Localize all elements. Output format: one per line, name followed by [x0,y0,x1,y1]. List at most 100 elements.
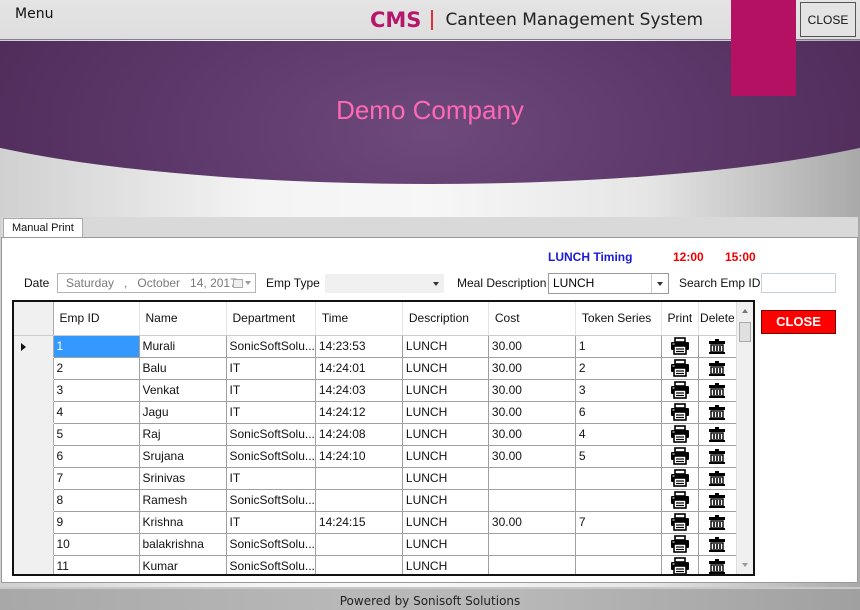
calendar-dropdown-button[interactable] [230,275,254,291]
cell-department[interactable]: SonicSoftSolu... [226,488,316,512]
cell-department[interactable]: SonicSoftSolu... [226,532,316,556]
print-button[interactable] [661,334,699,358]
row-header[interactable] [14,378,54,402]
cell-department[interactable]: IT [226,356,316,380]
delete-button[interactable] [698,400,737,424]
cell-emp-id[interactable]: 1 [53,334,140,358]
cell-time[interactable] [315,554,403,574]
column-header-cost[interactable]: Cost [488,302,576,336]
row-header[interactable] [14,466,54,490]
cell-name[interactable]: Jagu [139,400,227,424]
cell-token[interactable] [575,466,662,490]
delete-button[interactable] [698,488,737,512]
print-button[interactable] [661,466,699,490]
cell-name[interactable]: balakrishna [139,532,227,556]
print-button[interactable] [661,444,699,468]
column-header-token-series[interactable]: Token Series [575,302,662,336]
cell-description[interactable]: LUNCH [402,356,489,380]
cell-name[interactable]: Balu [139,356,227,380]
cell-cost[interactable] [488,532,576,556]
cell-token[interactable]: 2 [575,356,662,380]
cell-description[interactable]: LUNCH [402,554,489,574]
cell-emp-id[interactable]: 11 [53,554,140,574]
row-header[interactable] [14,444,54,468]
scroll-up-arrow-icon[interactable] [742,309,748,313]
column-header-print[interactable]: Print [661,302,699,336]
cell-token[interactable]: 5 [575,444,662,468]
cell-emp-id[interactable]: 10 [53,532,140,556]
cell-time[interactable] [315,532,403,556]
cell-time[interactable]: 14:24:03 [315,378,403,402]
print-button[interactable] [661,488,699,512]
print-button[interactable] [661,400,699,424]
delete-button[interactable] [698,554,737,574]
cell-name[interactable]: Raj [139,422,227,446]
cell-department[interactable]: SonicSoftSolu... [226,554,316,574]
scroll-down-arrow-icon[interactable] [742,563,748,567]
cell-token[interactable]: 4 [575,422,662,446]
table-row[interactable]: 8 Ramesh SonicSoftSolu... LUNCH [14,488,737,512]
delete-button[interactable] [698,378,737,402]
table-row[interactable]: 3 Venkat IT 14:24:03 LUNCH 30.00 3 [14,378,737,402]
cell-cost[interactable] [488,554,576,574]
cell-emp-id[interactable]: 3 [53,378,140,402]
cell-description[interactable]: LUNCH [402,422,489,446]
cell-emp-id[interactable]: 8 [53,488,140,512]
row-header[interactable] [14,488,54,512]
cell-emp-id[interactable]: 7 [53,466,140,490]
row-header[interactable] [14,510,54,534]
cell-token[interactable] [575,532,662,556]
cell-time[interactable] [315,488,403,512]
cell-token[interactable] [575,488,662,512]
cell-cost[interactable]: 30.00 [488,334,576,358]
row-header[interactable] [14,400,54,424]
row-header[interactable] [14,554,54,574]
cell-cost[interactable] [488,488,576,512]
cell-time[interactable]: 14:23:53 [315,334,403,358]
date-picker[interactable]: Saturday , October 14, 2017 [57,273,256,293]
row-header[interactable] [14,334,54,358]
table-row[interactable]: 1 Murali SonicSoftSolu... 14:23:53 LUNCH 30.0… [14,334,737,358]
delete-button[interactable] [698,444,737,468]
cell-description[interactable]: LUNCH [402,466,489,490]
cell-name[interactable]: Srinivas [139,466,227,490]
cell-emp-id[interactable]: 2 [53,356,140,380]
cell-cost[interactable]: 30.00 [488,378,576,402]
table-row[interactable]: 9 Krishna IT 14:24:15 LUNCH 30.00 7 [14,510,737,534]
print-button[interactable] [661,378,699,402]
cell-cost[interactable]: 30.00 [488,510,576,534]
cell-name[interactable]: Kumar [139,554,227,574]
cell-cost[interactable]: 30.00 [488,356,576,380]
close-button[interactable]: CLOSE [761,310,836,334]
table-row[interactable]: 7 Srinivas IT LUNCH [14,466,737,490]
cell-description[interactable]: LUNCH [402,334,489,358]
search-emp-id-input[interactable] [761,273,836,293]
table-row[interactable]: 10 balakrishna SonicSoftSolu... LUNCH [14,532,737,556]
cell-cost[interactable]: 30.00 [488,422,576,446]
cell-department[interactable]: SonicSoftSolu... [226,444,316,468]
cell-token[interactable]: 6 [575,400,662,424]
grid-vertical-scrollbar[interactable] [736,302,753,574]
cell-description[interactable]: LUNCH [402,400,489,424]
cell-time[interactable] [315,466,403,490]
cell-department[interactable]: IT [226,510,316,534]
cell-name[interactable]: Srujana [139,444,227,468]
delete-button[interactable] [698,532,737,556]
table-row[interactable]: 5 Raj SonicSoftSolu... 14:24:08 LUNCH 30.00 4 [14,422,737,446]
delete-button[interactable] [698,466,737,490]
delete-button[interactable] [698,422,737,446]
emp-type-select[interactable] [325,274,444,293]
cell-department[interactable]: IT [226,466,316,490]
cell-department[interactable]: IT [226,378,316,402]
cell-emp-id[interactable]: 5 [53,422,140,446]
cell-token[interactable] [575,554,662,574]
cell-time[interactable]: 14:24:01 [315,356,403,380]
cell-time[interactable]: 14:24:15 [315,510,403,534]
table-row[interactable]: 11 Kumar SonicSoftSolu... LUNCH [14,554,737,574]
delete-button[interactable] [698,510,737,534]
cell-department[interactable]: SonicSoftSolu... [226,334,316,358]
cell-description[interactable]: LUNCH [402,378,489,402]
delete-button[interactable] [698,334,737,358]
column-header-department[interactable]: Department [226,302,316,336]
column-header-emp-id[interactable]: Emp ID [53,302,140,336]
